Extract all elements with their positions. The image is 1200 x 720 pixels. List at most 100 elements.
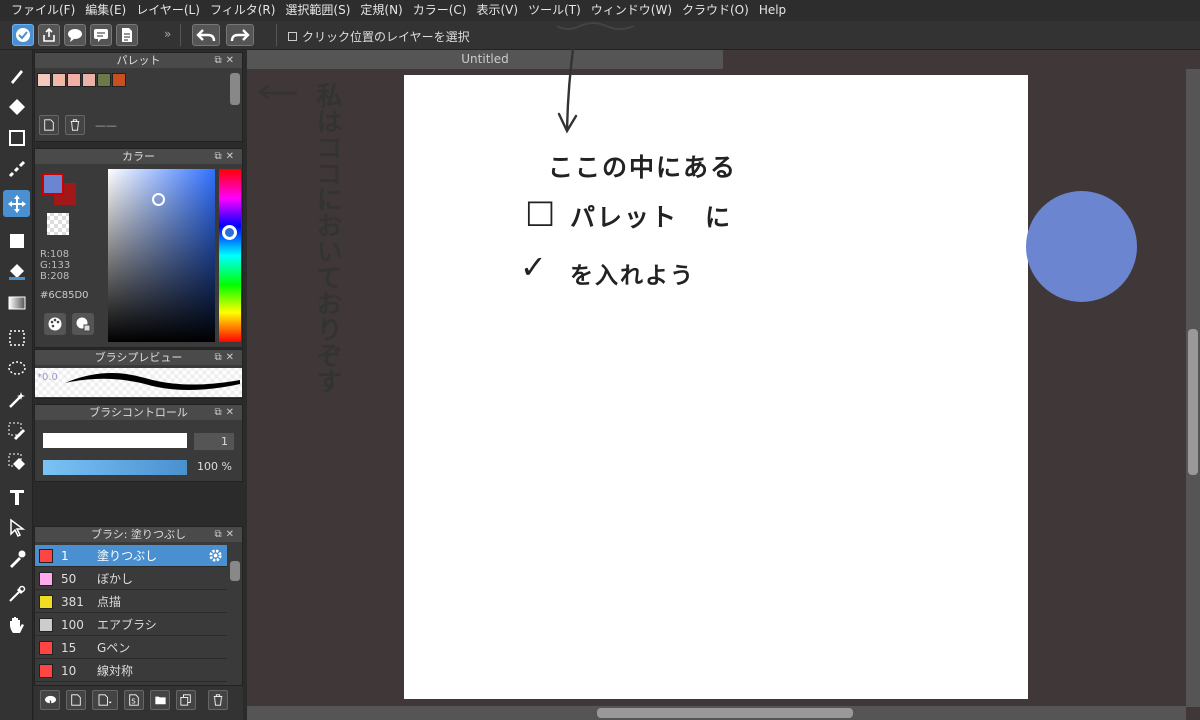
panel-controls[interactable]: ⧉✕ xyxy=(214,149,238,164)
panel-controls[interactable]: ⧉✕ xyxy=(214,527,238,542)
gear-icon[interactable] xyxy=(208,548,223,566)
comment-icon[interactable] xyxy=(90,24,112,46)
speech-bubble-icon[interactable] xyxy=(64,24,86,46)
palette-swatch[interactable] xyxy=(112,73,126,87)
menu-view[interactable]: 表示(V) xyxy=(471,0,523,21)
vertical-scroll-thumb[interactable] xyxy=(1188,329,1198,475)
new-page-icon[interactable] xyxy=(39,115,59,135)
brush-opacity-slider[interactable] xyxy=(43,460,187,475)
panel-controls[interactable]: ⧉✕ xyxy=(214,405,238,420)
horizontal-scrollbar[interactable] xyxy=(247,706,1186,720)
eraser-tool-icon[interactable] xyxy=(3,93,30,120)
menu-color[interactable]: カラー(C) xyxy=(408,0,472,21)
menu-layer[interactable]: レイヤー(L) xyxy=(131,0,205,21)
brush-type-icon[interactable] xyxy=(92,690,118,710)
palette-swatch[interactable] xyxy=(82,73,96,87)
brush-color-chip xyxy=(39,594,53,609)
brush-size-slider[interactable] xyxy=(43,433,187,448)
select-layer-checkbox[interactable]: クリック位置のレイヤーを選択 xyxy=(288,28,470,45)
annotation-down-arrow xyxy=(556,22,635,134)
menu-select[interactable]: 選択範囲(S) xyxy=(280,0,355,21)
vertical-scrollbar[interactable] xyxy=(1186,69,1200,707)
brush-row[interactable]: 1 塗りつぶし xyxy=(35,545,227,567)
folder-icon[interactable] xyxy=(150,690,170,710)
transparent-color-swatch[interactable] xyxy=(47,213,69,235)
select-pen-tool-icon[interactable] xyxy=(3,417,30,444)
tool-strip xyxy=(0,50,33,720)
brush-preview-title: ブラシプレビュー xyxy=(94,351,183,364)
menu-cloud[interactable]: クラウド(O) xyxy=(677,0,754,21)
select-rect-tool-icon[interactable] xyxy=(3,324,30,351)
text-tool-icon[interactable] xyxy=(3,483,30,510)
panel-controls[interactable]: ⧉✕ xyxy=(214,350,238,365)
hand-tool-icon[interactable] xyxy=(3,611,30,638)
color-title: カラー xyxy=(122,150,155,163)
pipette-tool-icon[interactable] xyxy=(3,580,30,607)
undo-icon[interactable] xyxy=(192,24,220,46)
brush-preview-header: ブラシプレビュー ⧉✕ xyxy=(35,350,242,365)
palette-swatch[interactable] xyxy=(37,73,51,87)
checkbox-box[interactable] xyxy=(288,32,297,41)
trash-icon[interactable] xyxy=(65,115,85,135)
color-set-icon[interactable] xyxy=(72,313,94,335)
new-brush-icon[interactable] xyxy=(66,690,86,710)
brush-row[interactable]: 100 エアブラシ xyxy=(35,614,227,636)
brush-row[interactable]: 50 ぼかし xyxy=(35,568,227,590)
palette-header: パレット ⧉✕ xyxy=(35,53,242,68)
menu-file[interactable]: ファイル(F) xyxy=(6,0,80,21)
brush-preview-panel: ブラシプレビュー ⧉✕ *0.0 xyxy=(34,349,243,399)
horizontal-scroll-thumb[interactable] xyxy=(597,708,853,718)
palette-icon[interactable] xyxy=(44,313,66,335)
operation-tool-icon[interactable] xyxy=(3,514,30,541)
toolbar-expand-icon[interactable]: » xyxy=(164,27,171,41)
brush-row[interactable]: 15 Gペン xyxy=(35,637,227,659)
hex-value: #6C85D0 xyxy=(40,290,89,301)
palette-swatch[interactable] xyxy=(67,73,81,87)
palette-title: パレット xyxy=(116,54,161,67)
document-tab[interactable]: Untitled xyxy=(247,50,723,69)
svg-text:S: S xyxy=(131,697,135,705)
brush-settings-icon[interactable]: S xyxy=(124,690,144,710)
move-tool-icon[interactable] xyxy=(3,190,30,217)
rectangle-tool-icon[interactable] xyxy=(3,124,30,151)
annotation-left-arrow xyxy=(257,84,298,100)
magic-wand-tool-icon[interactable] xyxy=(3,386,30,413)
gradient-tool-icon[interactable] xyxy=(3,289,30,316)
brush-list-scrollbar[interactable] xyxy=(230,561,240,581)
check-icon[interactable] xyxy=(12,24,34,46)
sv-cursor[interactable] xyxy=(152,193,165,206)
fill-rect-tool-icon[interactable] xyxy=(3,227,30,254)
cloud-download-icon[interactable] xyxy=(40,690,60,710)
palette-swatch[interactable] xyxy=(97,73,111,87)
brush-color-chip xyxy=(39,663,53,678)
palette-dash: —— xyxy=(95,119,117,132)
brush-control-panel: ブラシコントロール ⧉✕ 1 100 % xyxy=(34,404,243,482)
checkbox-label: クリック位置のレイヤーを選択 xyxy=(302,30,470,44)
brush-tool-icon[interactable] xyxy=(3,62,30,89)
brush-color-chip xyxy=(39,640,53,655)
menu-help[interactable]: Help xyxy=(754,0,791,21)
menu-edit[interactable]: 編集(E) xyxy=(80,0,131,21)
hue-slider[interactable] xyxy=(219,169,241,342)
brush-size-value[interactable]: 1 xyxy=(194,433,234,450)
menu-filter[interactable]: フィルタ(R) xyxy=(205,0,280,21)
bucket-tool-icon[interactable] xyxy=(3,258,30,285)
palette-scrollbar[interactable] xyxy=(230,73,240,105)
select-eraser-tool-icon[interactable] xyxy=(3,448,30,475)
menu-ruler[interactable]: 定規(N) xyxy=(355,0,407,21)
panel-controls[interactable]: ⧉✕ xyxy=(214,53,238,68)
redo-icon[interactable] xyxy=(226,24,254,46)
trash-icon[interactable] xyxy=(208,690,228,710)
lasso-tool-icon[interactable] xyxy=(3,355,30,382)
brush-row[interactable]: 10 線対称 xyxy=(35,660,227,682)
palette-swatch[interactable] xyxy=(52,73,66,87)
share-icon[interactable] xyxy=(38,24,60,46)
dropper-tool-icon[interactable] xyxy=(3,545,30,572)
brush-row[interactable]: 381 点描 xyxy=(35,591,227,613)
document-icon[interactable] xyxy=(116,24,138,46)
hue-cursor[interactable] xyxy=(222,225,237,240)
foreground-color-swatch[interactable] xyxy=(42,173,64,195)
dotted-brush-tool-icon[interactable] xyxy=(3,155,30,182)
brush-stroke-preview xyxy=(35,368,242,397)
duplicate-icon[interactable] xyxy=(176,690,196,710)
